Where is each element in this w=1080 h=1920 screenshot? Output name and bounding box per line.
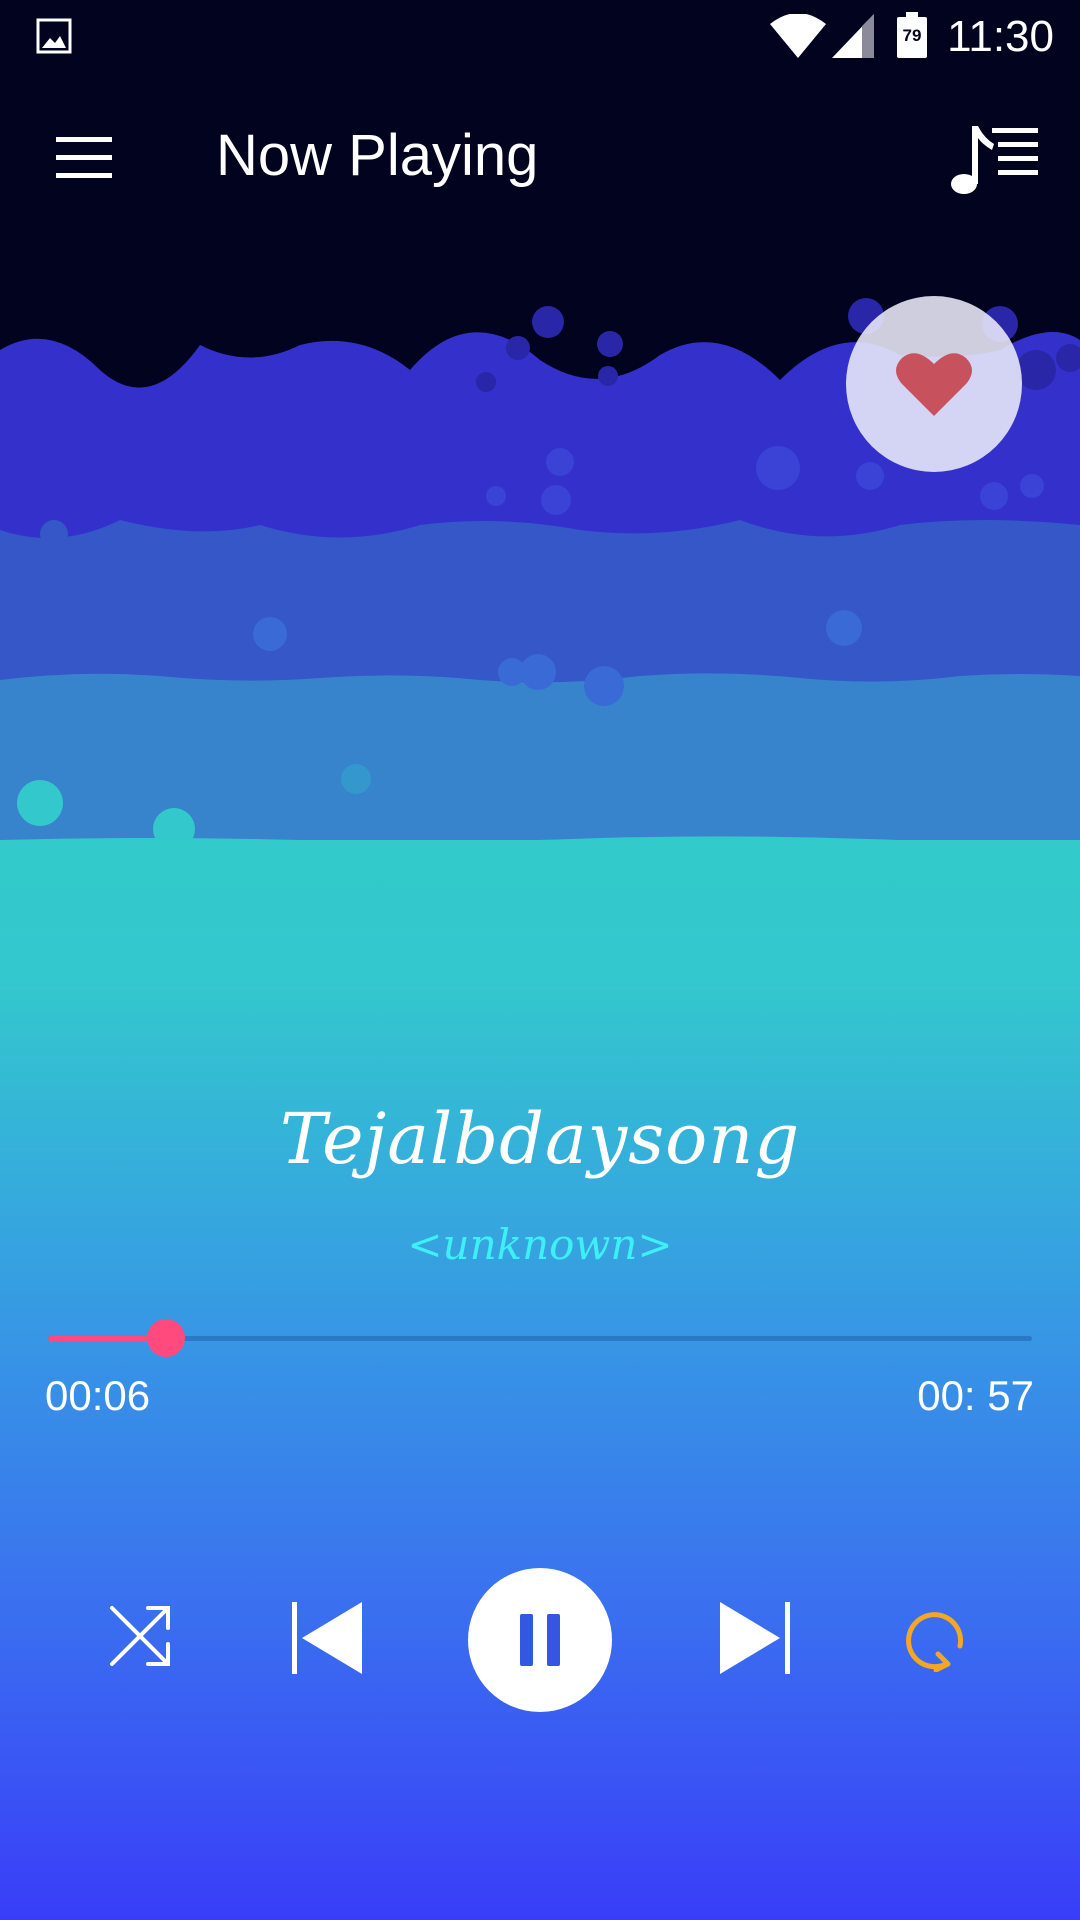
pause-icon xyxy=(520,1614,560,1666)
signal-icon xyxy=(832,14,874,58)
seek-bar-track[interactable] xyxy=(48,1336,1032,1341)
gallery-icon xyxy=(36,18,72,54)
seek-bar-thumb[interactable] xyxy=(147,1319,185,1357)
page-title: Now Playing xyxy=(216,123,539,188)
skip-previous-icon[interactable] xyxy=(290,1602,364,1674)
skip-next-icon[interactable] xyxy=(718,1602,792,1674)
app-bar xyxy=(0,72,1080,242)
song-artist: <unknown> xyxy=(407,1220,673,1269)
music-playlist-icon[interactable] xyxy=(950,120,1040,196)
heart-icon xyxy=(896,353,972,416)
battery-level-text: 79 xyxy=(902,26,922,45)
repeat-icon[interactable] xyxy=(902,1606,968,1672)
total-time: 00: 57 xyxy=(917,1372,1034,1419)
battery-icon: 79 xyxy=(896,12,928,58)
favorite-button[interactable] xyxy=(846,296,1022,472)
status-time: 11:30 xyxy=(947,12,1054,61)
wifi-icon xyxy=(770,14,826,58)
play-pause-button[interactable] xyxy=(468,1568,612,1712)
elapsed-time: 00:06 xyxy=(45,1372,151,1419)
hamburger-menu-icon[interactable] xyxy=(52,134,116,182)
shuffle-icon[interactable] xyxy=(108,1604,172,1668)
song-title: Tejalbdaysong xyxy=(279,1098,801,1180)
